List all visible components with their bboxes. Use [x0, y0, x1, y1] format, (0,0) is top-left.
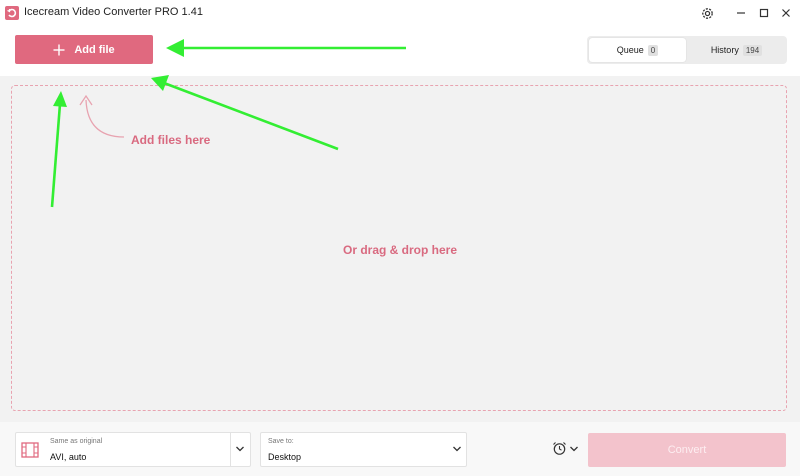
format-value: AVI, auto: [50, 452, 87, 462]
chevron-down-icon: [453, 446, 461, 452]
format-caption: Same as original: [50, 438, 103, 445]
add-file-label: Add file: [74, 43, 115, 56]
convert-label: Convert: [667, 444, 707, 456]
gear-icon: [701, 7, 713, 19]
footer-bar: Same as original AVI, auto Save to: Desk…: [0, 422, 800, 476]
tab-switcher: Queue 0 History 194: [587, 36, 787, 64]
toolbar: Add file Queue 0 History 194: [0, 26, 800, 76]
maximize-icon: [759, 8, 769, 18]
tab-history-label: History: [710, 45, 739, 55]
minimize-button[interactable]: [730, 3, 752, 23]
convert-button[interactable]: Convert: [588, 433, 786, 467]
alarm-clock-icon: [553, 442, 566, 455]
chevron-down-icon: [236, 446, 244, 452]
history-count-badge: 194: [742, 44, 763, 56]
maximize-button[interactable]: [753, 3, 775, 23]
app-logo-icon: [5, 6, 19, 20]
close-icon: [782, 9, 790, 17]
film-icon: [21, 442, 39, 458]
format-select[interactable]: Same as original AVI, auto: [15, 432, 251, 467]
app-title: Icecream Video Converter PRO 1.41: [24, 6, 203, 18]
save-to-select[interactable]: Save to: Desktop: [260, 432, 467, 467]
minimize-icon: [737, 12, 745, 14]
add-file-button[interactable]: Add file: [15, 35, 153, 64]
chevron-down-icon: [570, 446, 578, 452]
queue-count-badge: 0: [647, 44, 659, 56]
tab-queue[interactable]: Queue 0: [589, 38, 686, 62]
close-button[interactable]: [775, 3, 797, 23]
schedule-button[interactable]: [552, 440, 580, 458]
settings-button[interactable]: [696, 3, 718, 23]
save-to-caption: Save to:: [268, 438, 294, 445]
title-bar: Icecream Video Converter PRO 1.41: [0, 0, 800, 26]
plus-icon: [53, 44, 65, 55]
select-divider: [230, 433, 231, 466]
tab-queue-label: Queue: [616, 45, 644, 55]
save-to-value: Desktop: [268, 452, 302, 462]
tab-history[interactable]: History 194: [688, 38, 785, 62]
drag-drop-text: Or drag & drop here: [342, 243, 458, 257]
add-files-hint: Add files here: [131, 133, 211, 147]
